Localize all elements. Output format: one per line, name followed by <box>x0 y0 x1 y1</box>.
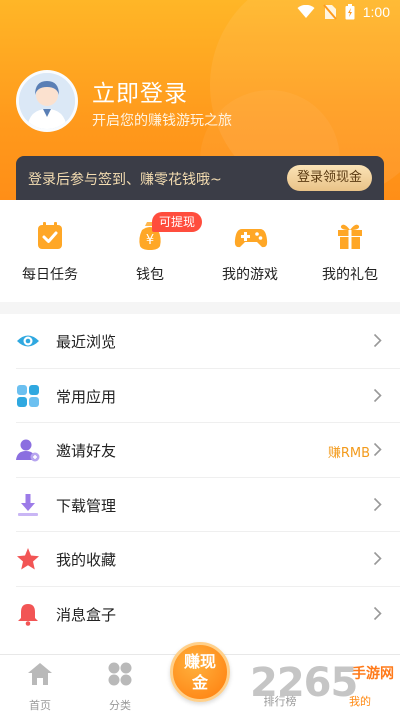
quick-item-daily-task[interactable]: 每日任务 <box>0 220 100 284</box>
tab-home[interactable]: 首页 <box>0 661 80 711</box>
menu-item-apps[interactable]: 常用应用 <box>16 369 400 423</box>
promo-text: 登录后参与签到、赚零花钱哦~ <box>28 172 222 188</box>
menu-item-downloads[interactable]: 下载管理 <box>16 478 400 532</box>
category-icon <box>108 662 132 686</box>
menu-label: 邀请好友 <box>56 442 117 460</box>
earn-rmb-hint: 赚RMB <box>327 446 370 461</box>
quick-actions: 每日任务 ¥ 钱包 可提现 我的游戏 我的礼包 <box>0 200 400 302</box>
menu-item-messages[interactable]: 消息盒子 <box>16 587 400 642</box>
tab-label: 首页 <box>29 699 51 711</box>
chevron-right-icon <box>373 442 382 457</box>
promo-banner: 登录后参与签到、赚零花钱哦~ 登录领现金 <box>16 156 384 200</box>
quick-label: 每日任务 <box>22 267 78 283</box>
watermark-text: 手游网 <box>352 666 394 682</box>
menu-item-invite[interactable]: 邀请好友 赚RMB <box>16 423 400 478</box>
avatar[interactable] <box>16 70 78 132</box>
gamepad-icon <box>234 229 268 248</box>
chevron-right-icon <box>373 551 382 566</box>
quick-label: 钱包 <box>136 267 164 283</box>
tab-label: 分类 <box>109 699 131 711</box>
status-time: 1:00 <box>362 4 390 20</box>
status-bar: 1:00 <box>0 0 400 28</box>
download-icon <box>18 493 38 516</box>
invite-friend-icon <box>16 439 40 462</box>
apps-icon <box>17 384 39 407</box>
eye-icon <box>17 335 39 347</box>
gift-icon <box>338 224 362 249</box>
quick-label: 我的礼包 <box>322 267 378 283</box>
star-icon <box>17 548 39 570</box>
chevron-right-icon <box>373 333 382 348</box>
home-icon <box>28 663 52 685</box>
chevron-right-icon <box>373 497 382 511</box>
tab-category[interactable]: 分类 <box>80 661 160 711</box>
login-cash-button[interactable]: 登录领现金 <box>286 165 372 191</box>
quick-item-my-gifts[interactable]: 我的礼包 <box>300 220 400 284</box>
daily-task-icon <box>38 222 62 249</box>
menu-label: 下载管理 <box>56 496 117 515</box>
chevron-right-icon <box>373 606 382 620</box>
wifi-icon <box>297 5 315 18</box>
earn-cash-button[interactable]: 赚现金 <box>170 642 230 702</box>
quick-item-my-games[interactable]: 我的游戏 <box>200 220 300 284</box>
menu-label: 消息盒子 <box>56 605 117 624</box>
bell-icon <box>18 603 38 626</box>
menu-item-favorites[interactable]: 我的收藏 <box>16 532 400 587</box>
menu-label: 最近浏览 <box>56 333 117 351</box>
menu-label: 常用应用 <box>56 387 117 406</box>
login-subtitle: 开启您的赚钱游玩之旅 <box>92 113 232 129</box>
login-title[interactable]: 立即登录 <box>92 74 188 108</box>
withdrawable-badge: 可提现 <box>152 212 203 232</box>
menu-list: 最近浏览 常用应用 邀请好友 赚RMB 下载管理 我的收藏 消息盒子 <box>0 314 400 654</box>
no-sim-icon <box>322 4 337 20</box>
menu-item-recent[interactable]: 最近浏览 <box>16 314 400 369</box>
battery-icon <box>345 4 355 20</box>
chevron-right-icon <box>373 388 382 402</box>
menu-label: 我的收藏 <box>56 551 117 569</box>
user-avatar-icon <box>19 73 75 129</box>
earn-cash-label: 赚现金 <box>183 652 216 692</box>
svg-text:¥: ¥ <box>146 233 154 248</box>
watermark-logo: 2265 <box>250 660 358 706</box>
quick-label: 我的游戏 <box>222 267 278 283</box>
